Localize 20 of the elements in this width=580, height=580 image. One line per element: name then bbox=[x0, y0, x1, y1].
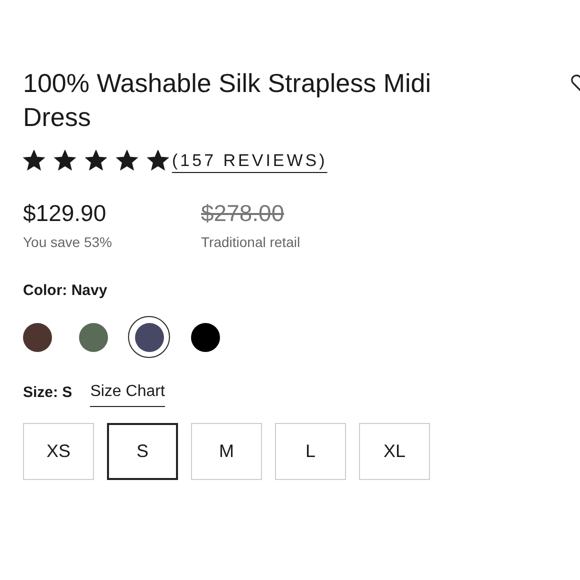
size-option[interactable]: XL bbox=[359, 423, 430, 480]
savings-text: You save 53% bbox=[23, 232, 113, 252]
size-option[interactable]: S bbox=[107, 423, 178, 480]
color-swatch[interactable] bbox=[128, 316, 170, 358]
star-icon bbox=[147, 150, 169, 172]
size-option[interactable]: XS bbox=[23, 423, 94, 480]
color-label: Color: Navy bbox=[23, 280, 108, 300]
original-price: $278.00 bbox=[201, 198, 286, 228]
size-option[interactable]: L bbox=[275, 423, 346, 480]
star-icon bbox=[85, 150, 107, 172]
reviews-link[interactable]: (157 REVIEWS) bbox=[172, 148, 328, 174]
size-label: Size: S bbox=[23, 383, 72, 404]
original-price-label: Traditional retail bbox=[201, 232, 300, 252]
star-icon bbox=[54, 150, 76, 172]
sale-price: $129.90 bbox=[23, 198, 108, 228]
size-option[interactable]: M bbox=[191, 423, 262, 480]
star-icon bbox=[116, 150, 138, 172]
product-title: 100% Washable Silk Strapless Midi Dress bbox=[23, 67, 432, 134]
star-icon bbox=[23, 150, 45, 172]
size-chart-link[interactable]: Size Chart bbox=[90, 380, 165, 407]
